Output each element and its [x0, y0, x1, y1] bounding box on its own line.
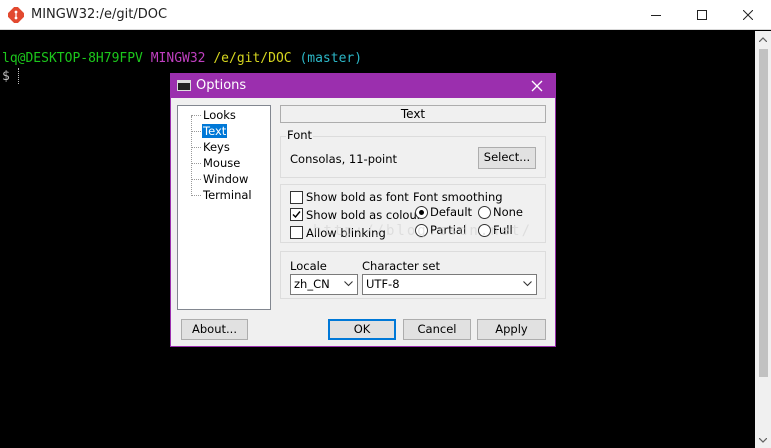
prompt-user: lq@DESKTOP-8H79FPV [2, 51, 143, 66]
smoothing-default-radio[interactable] [415, 206, 428, 219]
chevron-up-icon [759, 36, 767, 42]
minimize-icon [651, 15, 661, 16]
charset-value: UTF-8 [366, 277, 400, 291]
font-smoothing-label: Font smoothing [413, 190, 503, 204]
chevron-down-icon [759, 437, 767, 443]
minimize-button[interactable] [633, 0, 679, 30]
locale-label: Locale [290, 259, 327, 273]
charset-select[interactable]: UTF-8 [362, 274, 537, 295]
font-value: Consolas, 11-point [290, 152, 398, 166]
show-bold-as-colour-checkbox[interactable] [290, 208, 303, 221]
select-font-button[interactable]: Select... [478, 147, 536, 169]
show-bold-as-colour-label: Show bold as colour [306, 208, 422, 222]
dialog-title: Options [196, 78, 247, 93]
tree-item-label: Terminal [203, 188, 252, 202]
chevron-down-icon [523, 281, 532, 287]
locale-select[interactable]: zh_CN [290, 274, 358, 295]
tree-item-window[interactable]: Window [178, 171, 270, 187]
dialog-titlebar: Options [171, 74, 555, 98]
tree-item-label: Text [202, 124, 228, 138]
font-group-label: Font [286, 128, 314, 142]
close-button[interactable] [725, 0, 771, 30]
smoothing-none-label: None [493, 205, 524, 219]
tree-item-terminal[interactable]: Terminal [178, 187, 270, 203]
scroll-down-button[interactable] [755, 432, 771, 448]
scroll-up-button[interactable] [755, 31, 771, 47]
smoothing-default-label: Default [430, 205, 473, 219]
smoothing-none-radio[interactable] [478, 206, 491, 219]
about-button[interactable]: About... [181, 319, 248, 340]
show-bold-as-font-label: Show bold as font [306, 190, 409, 204]
dialog-close-icon[interactable] [529, 78, 545, 94]
maximize-icon [697, 10, 707, 20]
git-bash-icon [8, 7, 24, 23]
text-cursor [18, 68, 20, 84]
options-dialog: Options Looks Text Keys Mouse Window Ter… [170, 73, 556, 347]
apply-button[interactable]: Apply [477, 319, 546, 340]
window-titlebar: MINGW32:/e/git/DOC [0, 0, 771, 30]
prompt-dollar: $ [2, 69, 10, 84]
allow-blinking-checkbox[interactable] [290, 226, 303, 239]
maximize-button[interactable] [679, 0, 725, 30]
scrollbar-thumb[interactable] [759, 49, 768, 377]
prompt-system: MINGW32 [150, 51, 206, 66]
tree-item-mouse[interactable]: Mouse [178, 155, 270, 171]
category-tree: Looks Text Keys Mouse Window Terminal [177, 105, 271, 310]
cancel-button[interactable]: Cancel [403, 319, 471, 340]
window-title: MINGW32:/e/git/DOC [31, 7, 168, 22]
ok-button[interactable]: OK [328, 319, 396, 340]
vertical-scrollbar[interactable] [755, 31, 771, 448]
chevron-down-icon [344, 281, 353, 287]
close-icon [743, 10, 753, 20]
terminal-icon [177, 80, 191, 91]
tree-item-label: Looks [203, 108, 236, 122]
tree-item-text[interactable]: Text [178, 123, 270, 139]
locale-value: zh_CN [294, 277, 330, 291]
tree-item-keys[interactable]: Keys [178, 139, 270, 155]
watermark: http://blog.csdn.net/ [313, 223, 533, 239]
tree-item-looks[interactable]: Looks [178, 107, 270, 123]
charset-label: Character set [362, 259, 441, 273]
tree-item-label: Keys [203, 140, 230, 154]
show-bold-as-font-checkbox[interactable] [290, 191, 303, 204]
tree-item-label: Mouse [203, 156, 241, 170]
section-header: Text [280, 105, 546, 123]
tree-item-label: Window [203, 172, 249, 186]
checkmark-icon [292, 211, 301, 219]
prompt-path: /e/git/DOC [213, 51, 292, 66]
prompt-branch: (master) [299, 51, 363, 66]
terminal-prompt: lq@DESKTOP-8H79FPV MINGW32 /e/git/DOC (m… [2, 51, 362, 66]
